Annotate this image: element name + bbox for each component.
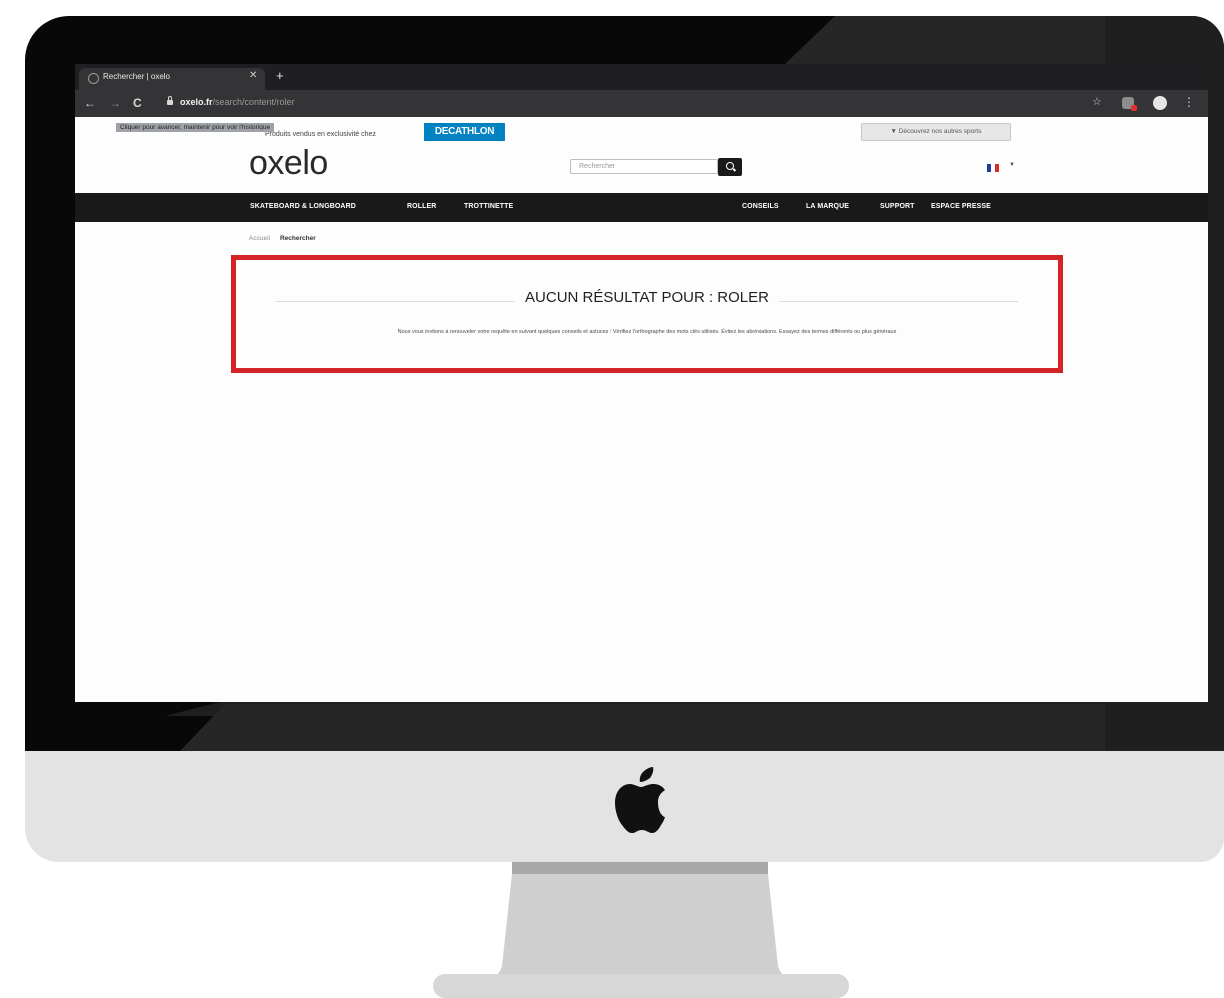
tab-title: Rechercher | oxelo [103, 72, 170, 81]
nav-item-la-marque[interactable]: LA MARQUE [806, 203, 849, 210]
breadcrumb: Accueil Rechercher [249, 235, 316, 242]
browser-tab-bar: Rechercher | oxelo ✕ + [75, 64, 1208, 90]
search-icon[interactable] [718, 158, 742, 176]
nav-item-conseils[interactable]: CONSEILS [742, 203, 779, 210]
nav-item-roller[interactable]: ROLLER [407, 203, 436, 210]
url-host: oxelo.fr [180, 97, 213, 107]
other-sports-button[interactable]: ▼ Découvrez nos autres sports [861, 123, 1011, 141]
lock-icon [167, 96, 173, 105]
url-path: /search/content/roler [212, 97, 295, 107]
tab-close-icon[interactable]: ✕ [249, 70, 257, 81]
address-bar[interactable]: oxelo.fr/search/content/roler [180, 97, 295, 107]
menu-icon[interactable]: ⋮ [1183, 95, 1195, 109]
nav-item-support[interactable]: SUPPORT [880, 203, 915, 210]
no-results-heading: AUCUN RÉSULTAT POUR : ROLER [236, 289, 1058, 306]
nav-item-espace-presse[interactable]: ESPACE PRESSE [931, 203, 991, 210]
main-nav: SKATEBOARD & LONGBOARD ROLLER TROTTINETT… [75, 193, 1208, 222]
nav-item-skateboard[interactable]: SKATEBOARD & LONGBOARD [250, 203, 356, 210]
browser-tab[interactable]: Rechercher | oxelo ✕ [79, 68, 265, 90]
star-icon[interactable]: ☆ [1092, 95, 1102, 108]
browser-toolbar: ← → C oxelo.fr/search/content/roler ☆ ⋮ [75, 90, 1208, 117]
oxelo-logo[interactable]: oxelo [249, 143, 328, 183]
decathlon-logo[interactable]: DECATHLON [424, 123, 505, 141]
search-input[interactable]: Rechercher [570, 159, 718, 174]
breadcrumb-home[interactable]: Accueil [249, 235, 270, 242]
new-tab-icon[interactable]: + [276, 68, 284, 84]
nav-item-trottinette[interactable]: TROTTINETTE [464, 203, 513, 210]
extension-icon[interactable] [1122, 97, 1137, 111]
imac-stand [490, 862, 790, 982]
no-results-heading-text: AUCUN RÉSULTAT POUR : ROLER [515, 289, 779, 306]
exclusivity-text: Produits vendus en exclusivité chez [265, 131, 376, 138]
back-arrow-icon[interactable]: ← [84, 95, 96, 111]
tab-favicon-icon [88, 73, 99, 84]
french-flag-icon[interactable] [987, 164, 999, 172]
screen: Rechercher | oxelo ✕ + ← → C oxelo.fr/se… [75, 64, 1208, 702]
breadcrumb-current: Rechercher [279, 235, 316, 242]
apple-logo-icon [615, 767, 665, 833]
search-advice-text: Nous vous invitons à renouveler votre re… [397, 329, 897, 335]
forward-arrow-icon[interactable]: → [109, 95, 121, 111]
web-page: Produits vendus en exclusivité chez Cliq… [75, 117, 1208, 702]
chevron-down-icon[interactable]: ▼ [1009, 162, 1015, 168]
profile-icon[interactable] [1153, 96, 1167, 110]
forward-tooltip: Cliquer pour avancer, maintenir pour voi… [116, 123, 275, 132]
imac-stand-foot [433, 974, 849, 998]
reload-icon[interactable]: C [133, 95, 142, 111]
no-results-highlight: AUCUN RÉSULTAT POUR : ROLER Nous vous in… [231, 255, 1063, 373]
